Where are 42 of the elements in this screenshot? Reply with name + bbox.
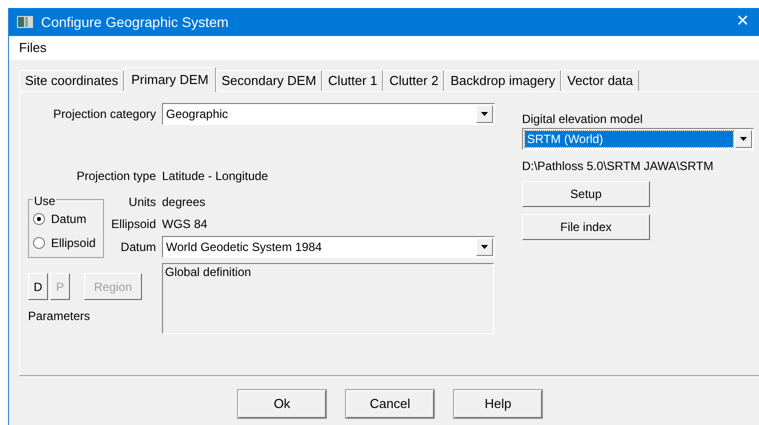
radio-label[interactable]: Datum <box>51 210 86 228</box>
dem-button[interactable]: File index <box>522 214 650 240</box>
definition-box[interactable]: Global definition <box>162 263 494 334</box>
path-text: D:\Pathloss 5.0\SRTM JAWA\SRTM <box>522 158 714 173</box>
dialog-button[interactable]: Help <box>454 390 542 418</box>
field-label: Projection category <box>52 106 157 123</box>
window-title: Configure Geographic System <box>41 12 230 32</box>
field-value: WGS 84 <box>162 216 208 233</box>
field-value: Latitude - Longitude <box>162 168 268 185</box>
dropdown-button[interactable] <box>476 105 493 123</box>
parameter-button[interactable]: D <box>28 273 48 300</box>
caret-icon <box>481 245 488 249</box>
field-label: Digital elevation model <box>522 111 644 126</box>
dialog-button[interactable]: Cancel <box>346 390 434 418</box>
tab[interactable]: Secondary DEM <box>216 70 322 91</box>
field-label: Ellipsoid <box>110 216 157 233</box>
close-button[interactable]: ✕ <box>734 14 751 30</box>
field-value: degrees <box>162 194 206 211</box>
tab[interactable]: Clutter 2 <box>383 70 444 91</box>
dropdown[interactable]: World Geodetic System 1984 <box>162 236 495 258</box>
tab[interactable]: Backdrop imagery <box>444 70 562 91</box>
radio-button[interactable] <box>33 212 45 224</box>
radio-button[interactable] <box>33 236 45 248</box>
app-icon <box>17 16 33 28</box>
dem-button[interactable]: Setup <box>522 181 650 207</box>
menu-item[interactable]: Files <box>19 38 46 58</box>
dropdown-button[interactable] <box>476 238 493 256</box>
tab[interactable]: Primary DEM <box>124 67 216 92</box>
caret-icon <box>481 112 488 116</box>
caret-icon <box>740 137 747 141</box>
parameters-label: Parameters <box>28 308 92 325</box>
dialog-button[interactable]: Ok <box>238 390 326 418</box>
field-label: Units <box>128 194 157 211</box>
tab[interactable]: Clutter 1 <box>322 70 384 91</box>
radio-label[interactable]: Ellipsoid <box>51 234 96 252</box>
field-label: Projection type <box>76 168 157 185</box>
dropdown[interactable]: SRTM (World) <box>522 128 754 150</box>
dropdown-button[interactable] <box>734 130 752 148</box>
tab[interactable]: Site coordinates <box>19 70 124 91</box>
dropdown[interactable]: Geographic <box>162 103 495 125</box>
field-label: Datum <box>120 239 157 256</box>
tab[interactable]: Vector data <box>561 70 640 91</box>
